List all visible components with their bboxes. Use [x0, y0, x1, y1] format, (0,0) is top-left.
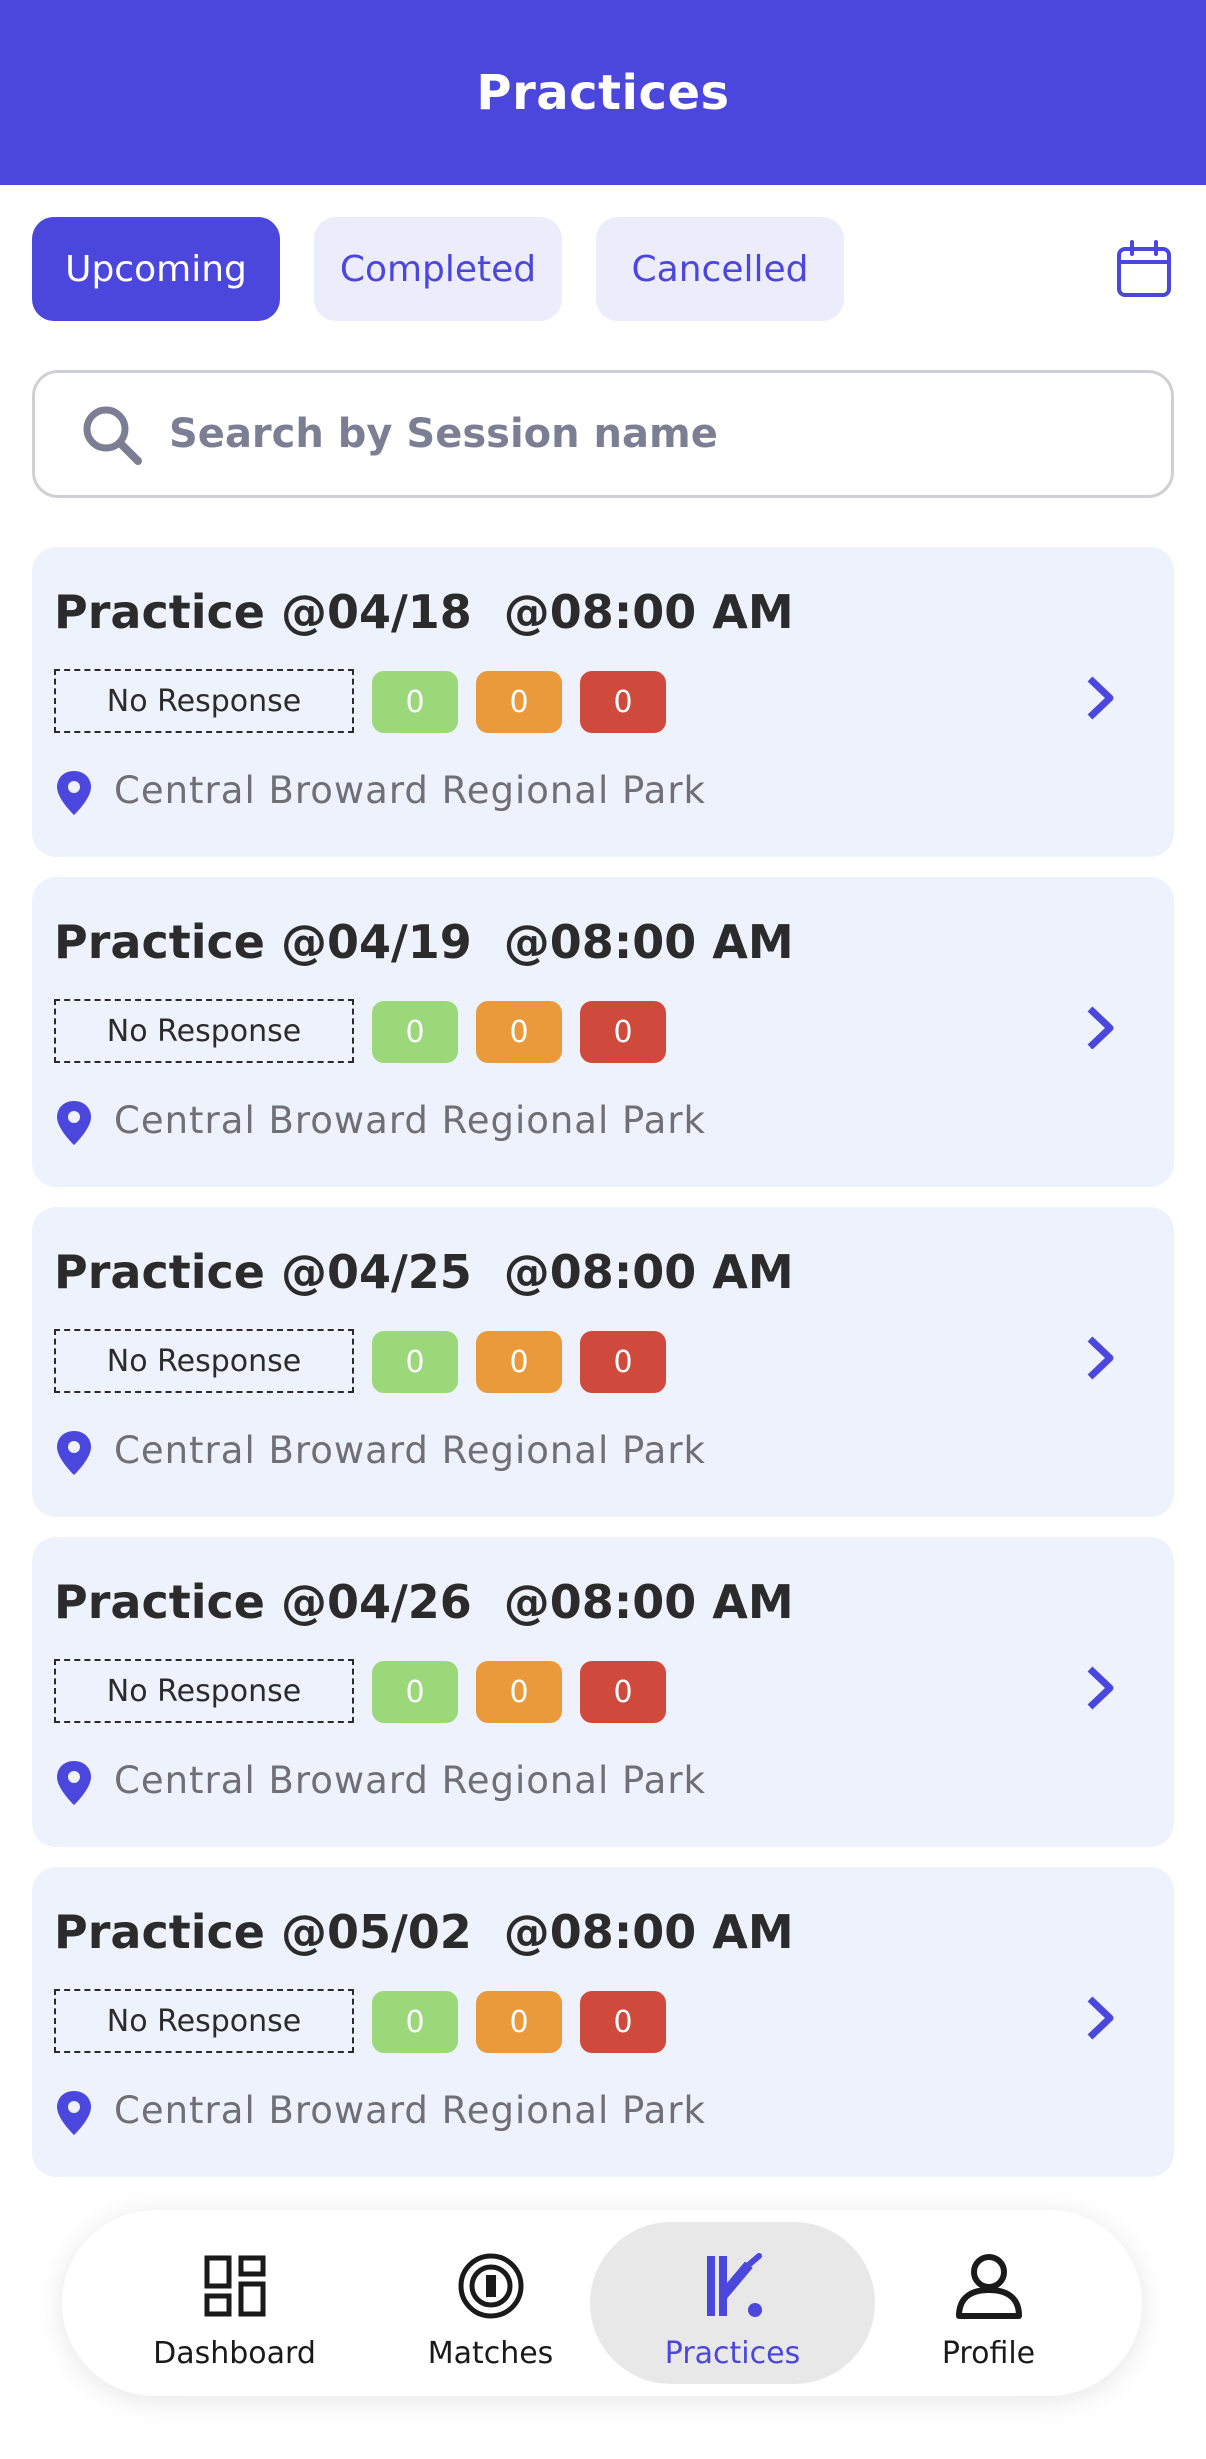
response-status: No Response — [54, 1989, 354, 2053]
nav-label: Practices — [664, 2336, 801, 2371]
response-status: No Response — [54, 1659, 354, 1723]
dashboard-icon — [204, 2255, 265, 2317]
chevron-right-icon[interactable] — [1082, 1993, 1118, 2043]
chevron-right-icon[interactable] — [1082, 1663, 1118, 1713]
response-status: No Response — [54, 999, 354, 1063]
maybe-count-badge: 0 — [476, 1991, 562, 2053]
practice-title: Practice @04/18 @08:00 AM — [54, 585, 794, 639]
tab-cancelled[interactable]: Cancelled — [596, 217, 844, 321]
practice-location: Central Broward Regional Park — [114, 2089, 706, 2132]
practice-card[interactable]: Practice @05/02 @08:00 AM No Response 0 … — [32, 1867, 1174, 2177]
location-pin-icon — [57, 1431, 91, 1475]
response-status: No Response — [54, 669, 354, 733]
practice-title: Practice @04/19 @08:00 AM — [54, 915, 794, 969]
practice-location: Central Broward Regional Park — [114, 1099, 706, 1142]
search-input[interactable] — [169, 373, 1149, 495]
calendar-icon[interactable] — [1116, 240, 1172, 298]
practice-location: Central Broward Regional Park — [114, 1759, 706, 1802]
practice-card[interactable]: Practice @04/19 @08:00 AM No Response 0 … — [32, 877, 1174, 1187]
practice-location: Central Broward Regional Park — [114, 769, 706, 812]
tab-completed[interactable]: Completed — [314, 217, 562, 321]
location-pin-icon — [57, 1101, 91, 1145]
nav-item-profile[interactable]: Profile — [846, 2222, 1131, 2384]
location-pin-icon — [57, 1761, 91, 1805]
practice-title: Practice @05/02 @08:00 AM — [54, 1905, 794, 1959]
nav-item-dashboard[interactable]: Dashboard — [92, 2222, 377, 2384]
available-count-badge: 0 — [372, 1331, 458, 1393]
unavailable-count-badge: 0 — [580, 1991, 666, 2053]
practice-location: Central Broward Regional Park — [114, 1429, 706, 1472]
profile-icon — [955, 2254, 1022, 2319]
chevron-right-icon[interactable] — [1082, 1003, 1118, 1053]
practice-title: Practice @04/26 @08:00 AM — [54, 1575, 794, 1629]
maybe-count-badge: 0 — [476, 1331, 562, 1393]
search-bar — [32, 370, 1174, 498]
search-icon — [83, 406, 142, 465]
available-count-badge: 0 — [372, 1991, 458, 2053]
practice-title: Practice @04/25 @08:00 AM — [54, 1245, 794, 1299]
available-count-badge: 0 — [372, 671, 458, 733]
location-pin-icon — [57, 2091, 91, 2135]
chevron-right-icon[interactable] — [1082, 1333, 1118, 1383]
nav-label: Dashboard — [153, 2336, 316, 2371]
location-pin-icon — [57, 771, 91, 815]
nav-label: Profile — [941, 2336, 1036, 2371]
unavailable-count-badge: 0 — [580, 1331, 666, 1393]
unavailable-count-badge: 0 — [580, 1001, 666, 1063]
bottom-nav: Dashboard Matches Practices Profile — [62, 2210, 1142, 2396]
available-count-badge: 0 — [372, 1001, 458, 1063]
practices-screen: Practices Upcoming Completed Cancelled P… — [0, 0, 1206, 2459]
chevron-right-icon[interactable] — [1082, 673, 1118, 723]
maybe-count-badge: 0 — [476, 1661, 562, 1723]
maybe-count-badge: 0 — [476, 671, 562, 733]
available-count-badge: 0 — [372, 1661, 458, 1723]
cricket-bat-icon — [706, 2253, 762, 2317]
tab-upcoming[interactable]: Upcoming — [32, 217, 280, 321]
nav-item-practices[interactable]: Practices — [590, 2222, 875, 2384]
matches-icon — [458, 2253, 523, 2319]
app-header: Practices — [0, 0, 1206, 185]
unavailable-count-badge: 0 — [580, 1661, 666, 1723]
practice-card[interactable]: Practice @04/18 @08:00 AM No Response 0 … — [32, 547, 1174, 857]
response-status: No Response — [54, 1329, 354, 1393]
page-title: Practices — [476, 64, 730, 121]
practice-card[interactable]: Practice @04/25 @08:00 AM No Response 0 … — [32, 1207, 1174, 1517]
maybe-count-badge: 0 — [476, 1001, 562, 1063]
unavailable-count-badge: 0 — [580, 671, 666, 733]
practice-card[interactable]: Practice @04/26 @08:00 AM No Response 0 … — [32, 1537, 1174, 1847]
